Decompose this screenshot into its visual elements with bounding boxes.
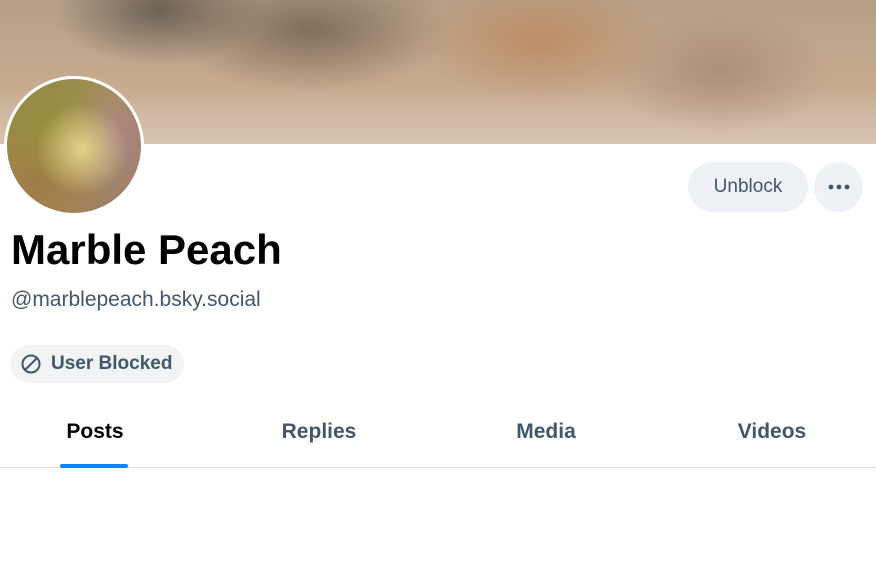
ellipsis-horizontal-icon	[828, 184, 849, 190]
avatar[interactable]	[4, 76, 144, 216]
tab-posts[interactable]: Posts	[0, 400, 190, 468]
display-name: Marble Peach	[11, 226, 282, 273]
tab-videos-label: Videos	[737, 420, 807, 443]
tab-media-label: Media	[516, 420, 576, 443]
tab-posts-label: Posts	[66, 420, 124, 443]
tab-replies-label: Replies	[281, 420, 357, 443]
active-tab-indicator	[60, 464, 128, 468]
tab-videos[interactable]: Videos	[674, 400, 870, 467]
user-blocked-badge: User Blocked	[10, 345, 185, 383]
profile-tabs: Posts Replies Media Videos	[0, 400, 876, 468]
block-icon	[21, 354, 41, 374]
more-options-button[interactable]	[814, 162, 863, 212]
unblock-button[interactable]: Unblock	[688, 162, 808, 212]
profile-page: Unblock Marble Peach @marblepeach.bsky.s…	[0, 0, 876, 561]
user-blocked-label: User Blocked	[51, 353, 173, 374]
tab-replies[interactable]: Replies	[220, 400, 418, 467]
unblock-button-label: Unblock	[713, 176, 783, 197]
profile-handle: @marblepeach.bsky.social	[11, 288, 261, 311]
tab-media[interactable]: Media	[450, 400, 642, 467]
